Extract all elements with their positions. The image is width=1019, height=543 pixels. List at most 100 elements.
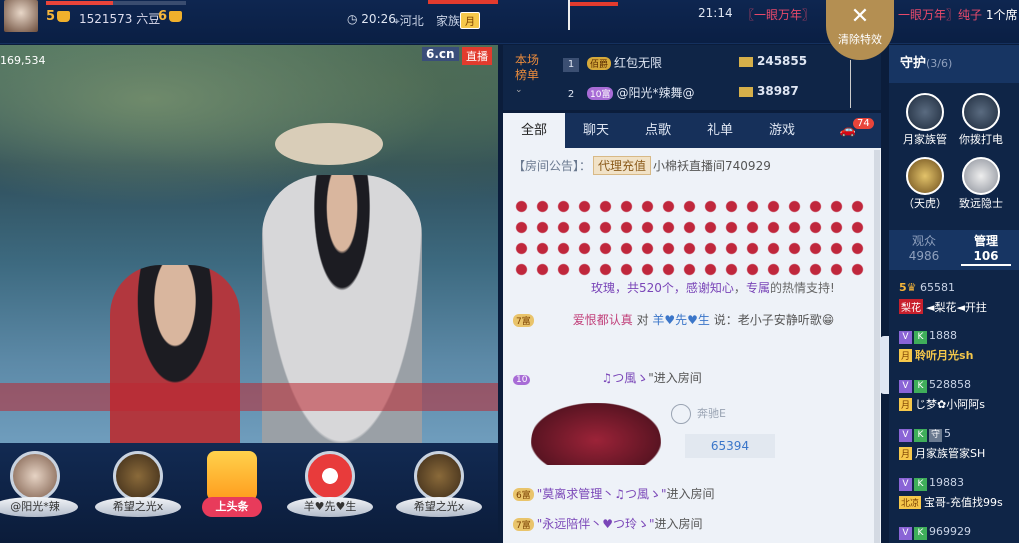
member-row[interactable]: 月じ梦✿小阿阿s — [899, 396, 1019, 412]
guard-item[interactable]: （天虎） — [897, 157, 953, 211]
manage-label: 管理 — [973, 234, 998, 248]
k-badge: K — [914, 478, 927, 491]
site-logo: 6.cn — [422, 47, 459, 61]
beans-balance: 1521573 六豆 — [79, 12, 161, 26]
v-badge: V — [899, 527, 912, 540]
gift-text-c: ， — [733, 281, 746, 295]
seat-avatar — [10, 451, 60, 501]
member-row[interactable]: VK守5 — [899, 427, 1019, 442]
audience-label: 观众 — [911, 234, 936, 248]
member-id: 1888 — [929, 329, 957, 342]
rank-label-2: 榜单 — [515, 68, 540, 82]
k-badge: K — [914, 527, 927, 540]
right-panel: 守护(3/6) 月家族管 你拨打电 （天虎） 致远隐士 观众 4986 管理 106… — [889, 45, 1019, 543]
user-level-badge: 7富 — [513, 518, 534, 531]
crown-icon — [169, 11, 183, 22]
member-row[interactable]: 梨花 ◄梨花◄开拄 — [899, 299, 1019, 315]
guard-name: （天虎） — [903, 197, 947, 210]
rank-row[interactable]: 1 佰爵 红包无限 245855 — [563, 54, 873, 78]
family[interactable]: 家族月 — [436, 12, 481, 29]
member-tag: 北凉 — [899, 496, 922, 509]
member-id: 969929 — [929, 525, 971, 538]
lion-icon — [414, 451, 464, 501]
tab-games[interactable]: 游戏 — [751, 113, 813, 148]
close-icon: ✕ — [850, 4, 870, 29]
rank-name: @阳光*辣舞@ — [616, 86, 695, 100]
guard-avatar — [962, 93, 1000, 131]
notice-label: 【房间公告】： — [513, 159, 592, 173]
notice-text: 小棉袄直播间740929 — [653, 159, 771, 173]
rank-name: 红包无限 — [614, 56, 663, 70]
rank-amount: 38987 — [739, 84, 799, 98]
chat-panel: 【房间公告】： 代理充值 小棉袄直播间740929 玫瑰，共520个，感谢知心，专属… — [503, 148, 881, 543]
member-row[interactable]: 5♛ 65581 — [899, 281, 1019, 294]
clock-time-value: 20:26 — [361, 12, 396, 26]
chat-username[interactable]: ♫つ風ゝ — [601, 371, 648, 385]
rank-num: 1 — [563, 58, 579, 72]
level-progress-fill — [46, 1, 114, 5]
family-tag: 月 — [460, 12, 481, 29]
guard-item[interactable]: 致远隐士 — [953, 157, 1009, 211]
chat-username[interactable]: "莫离求管理丶♫つ風ゝ" — [537, 487, 667, 501]
pin-icon — [850, 60, 864, 108]
tab-chat[interactable]: 聊天 — [565, 113, 627, 148]
user-avatar[interactable] — [4, 0, 38, 32]
seat-item[interactable]: 希望之光x — [394, 451, 484, 517]
crown-icon — [57, 11, 71, 22]
tab-managers[interactable]: 管理 106 — [961, 234, 1011, 266]
seat-item[interactable]: 羊♥先♥生 — [285, 451, 375, 517]
member-row[interactable]: 月月家族管家SH — [899, 445, 1019, 461]
guard-item[interactable]: 你拨打电 — [953, 93, 1009, 147]
gift-text-d[interactable]: 专属 — [746, 281, 770, 295]
tab-audience[interactable]: 观众 4986 — [899, 234, 949, 264]
chat-message: 7富 爱恨都认真 对 羊♥先♥生 说：老小子安静听歌😁 — [513, 311, 834, 328]
user-level-badge: 10 — [513, 375, 531, 385]
user-level-badge: 6富 — [513, 488, 534, 501]
seat-item[interactable]: 希望之光x — [93, 451, 183, 517]
gift-text-b[interactable]: 知心 — [710, 281, 734, 295]
seat-item[interactable]: @阳光*辣 — [0, 451, 80, 517]
clear-effects-button[interactable]: ✕ 清除特效 — [826, 0, 894, 60]
rank-row[interactable]: 2 10富 @阳光*辣舞@ 38987 — [563, 84, 873, 108]
rank-label[interactable]: 本场 榜单 ⌄ — [515, 53, 545, 98]
level-left: 5 — [46, 9, 71, 24]
chat-target[interactable]: 羊♥先♥生 — [652, 313, 710, 327]
notice-tag[interactable]: 代理充值 — [593, 156, 652, 175]
k-badge: K — [914, 429, 927, 442]
location: ⌖河北 — [393, 14, 424, 28]
rank-badge: 10富 — [587, 87, 614, 100]
marquee-time: 21:14 — [698, 6, 733, 20]
member-row[interactable]: 月聆听月光sh — [899, 347, 1019, 363]
member-tag: 梨花 — [899, 299, 923, 314]
enter-message: 10 ♫つ風ゝ"进入房间 — [513, 369, 702, 386]
headline-label: 上头条 — [202, 497, 262, 517]
seat-bar: @阳光*辣 希望之光x 上头条 羊♥先♥生 希望之光x — [0, 443, 498, 543]
v-badge: V — [899, 429, 912, 442]
member-row[interactable]: V K 528858 — [899, 378, 1019, 393]
car-number: 65394 — [685, 434, 775, 458]
collapse-handle[interactable] — [880, 336, 889, 394]
headline-button[interactable]: 上头条 — [187, 451, 277, 517]
tab-all[interactable]: 全部 — [503, 113, 565, 148]
guard-title: 守护 — [900, 56, 927, 71]
chat-username[interactable]: "永远陪伴丶♥つ玲ゝ" — [537, 517, 655, 531]
member-id: 65581 — [920, 281, 956, 294]
smile-icon: 😁 — [821, 313, 835, 327]
live-video[interactable]: 169,534 6.cn 直播 — [0, 45, 498, 443]
member-row[interactable]: V K 19883 — [899, 476, 1019, 491]
guard-item[interactable]: 月家族管 — [897, 93, 953, 147]
video-red-band — [0, 383, 498, 411]
k-badge: K — [914, 380, 927, 393]
top-red-button[interactable] — [428, 0, 498, 4]
member-row[interactable]: V K 969929 — [899, 525, 1019, 540]
chat-username[interactable]: 爱恨都认真 — [573, 313, 633, 327]
tab-songs[interactable]: 点歌 — [627, 113, 689, 148]
manage-count: 106 — [973, 249, 999, 263]
member-row[interactable]: 北凉 宝哥-充值找99s — [899, 494, 1019, 510]
member-id: 19883 — [929, 476, 964, 489]
member-row[interactable]: V K 1888 — [899, 329, 1019, 344]
seat-name: @阳光*辣 — [0, 497, 78, 517]
chat-mid: 对 — [632, 313, 653, 327]
tab-gifts[interactable]: 礼单 — [689, 113, 751, 148]
seat-name: 希望之光x — [95, 497, 181, 517]
